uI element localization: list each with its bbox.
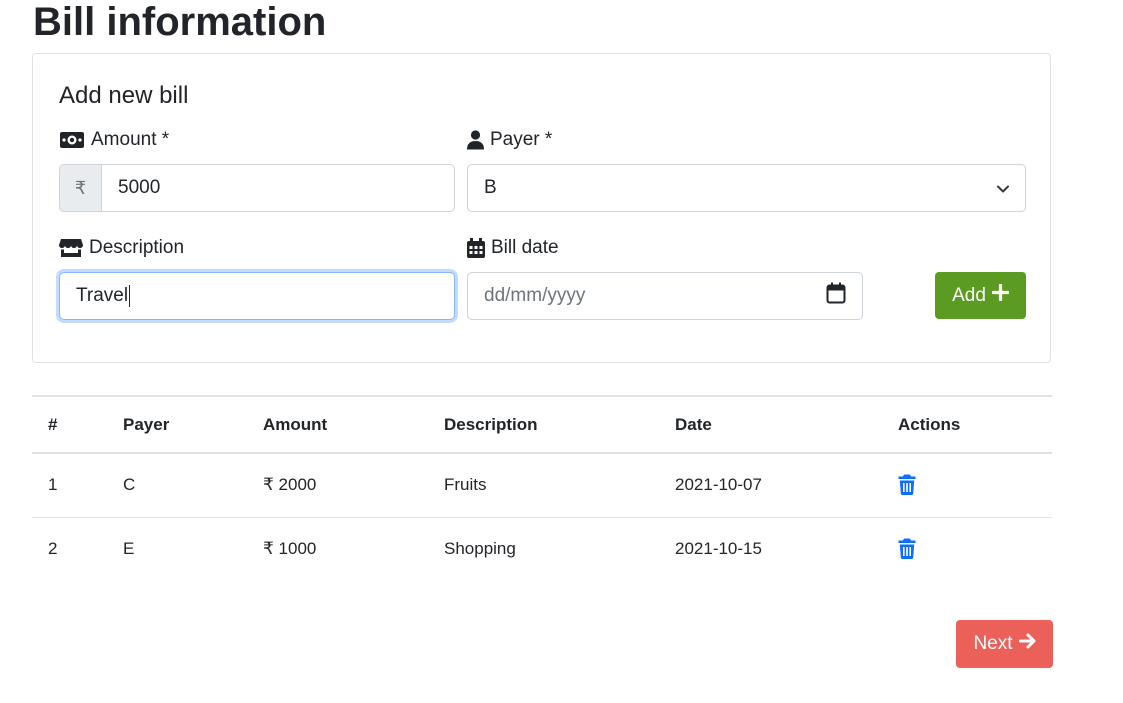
column-header-description: Description — [428, 395, 659, 454]
amount-label: Amount * — [59, 129, 169, 151]
page-title: Bill information — [33, 0, 327, 44]
plus-icon — [991, 283, 1010, 307]
next-button-label: Next — [973, 633, 1013, 654]
row-index: 2 — [48, 539, 58, 559]
row-payer: C — [107, 453, 247, 518]
description-label-text: Description — [89, 237, 185, 258]
column-header-payer: Payer — [107, 395, 247, 454]
row-actions — [882, 453, 1052, 518]
add-button[interactable]: Add — [935, 272, 1026, 319]
column-header-actions: Actions — [882, 395, 1052, 454]
row-date: 2021-10-07 — [659, 453, 882, 518]
description-value: Travel — [76, 285, 129, 306]
bills-table: # Payer Amount Description Date Actions … — [32, 395, 1052, 581]
amount-input-group: ₹ 5000 — [59, 164, 455, 212]
calendar-icon — [467, 238, 485, 258]
bill-date-placeholder: dd/mm/yyyy — [484, 285, 586, 306]
table-header-row: # Payer Amount Description Date Actions — [32, 395, 1052, 454]
amount-label-text: Amount * — [91, 129, 170, 150]
row-payer: E — [123, 539, 135, 559]
table-row: 1 C ₹ 2000 Fruits 2021-10-07 — [32, 453, 1052, 518]
bill-date-label-text: Bill date — [491, 237, 559, 258]
add-button-label: Add — [952, 284, 986, 306]
store-icon — [59, 238, 83, 258]
payer-select[interactable]: B — [467, 164, 1026, 212]
amount-input[interactable]: 5000 — [101, 164, 455, 212]
user-icon — [467, 130, 484, 150]
column-header-amount: Amount — [247, 395, 428, 454]
add-bill-card: Add new bill Amount * Payer * ₹ 5000 B D… — [32, 53, 1051, 363]
calendar-picker-icon[interactable] — [826, 282, 846, 310]
next-button[interactable]: Next — [956, 620, 1053, 668]
description-label: Description — [59, 237, 184, 259]
text-caret — [129, 285, 131, 307]
payer-label: Payer * — [467, 129, 552, 151]
chevron-down-icon — [997, 177, 1009, 199]
row-amount: ₹ 1000 — [263, 539, 317, 559]
row-description: Fruits — [428, 453, 659, 518]
payer-selected-value: B — [484, 177, 497, 198]
trash-icon[interactable] — [898, 538, 916, 564]
currency-addon: ₹ — [59, 164, 101, 212]
row-date: 2021-10-15 — [675, 539, 762, 559]
row-actions — [882, 517, 1052, 581]
trash-icon[interactable] — [898, 474, 916, 500]
column-header-date: Date — [659, 395, 882, 454]
description-input[interactable]: Travel — [59, 272, 455, 320]
bill-date-label: Bill date — [467, 237, 559, 259]
card-title: Add new bill — [59, 82, 189, 109]
money-bill-icon — [59, 131, 85, 149]
row-index: 1 — [32, 453, 107, 518]
payer-label-text: Payer * — [490, 129, 553, 150]
bill-date-input[interactable]: dd/mm/yyyy — [467, 272, 863, 320]
column-header-index: # — [32, 395, 107, 454]
table-row: 2 E ₹ 1000 Shopping 2021-10-15 — [32, 517, 1052, 581]
row-description: Shopping — [444, 539, 516, 559]
arrow-right-icon — [1018, 633, 1036, 655]
row-amount: ₹ 2000 — [247, 453, 428, 518]
